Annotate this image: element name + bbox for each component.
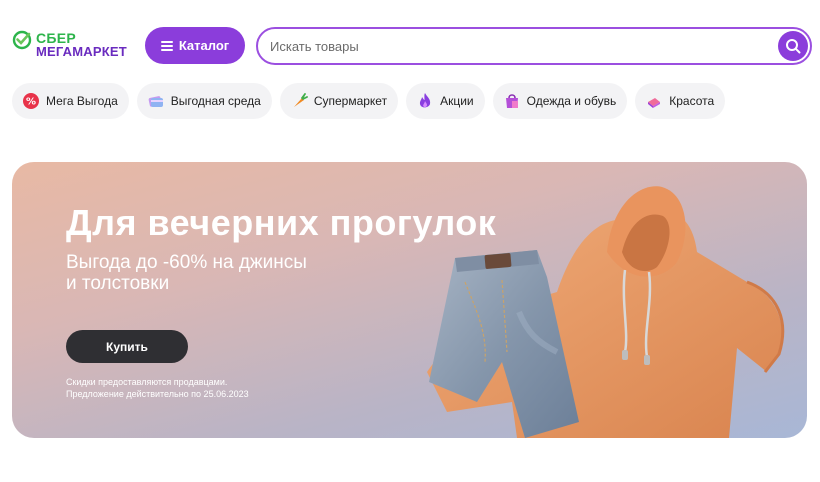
search-icon: [786, 39, 801, 54]
banner-disclaimer: Скидки предоставляются продавцами. Предл…: [66, 376, 249, 400]
catalog-button[interactable]: Каталог: [145, 27, 245, 64]
category-chip-aktsii[interactable]: Акции: [406, 83, 485, 119]
category-chip-label: Одежда и обувь: [526, 94, 617, 108]
logo-text-bottom: МЕГАМАРКЕТ: [36, 44, 127, 59]
search-input[interactable]: [270, 29, 770, 63]
category-chip-label: Выгодная среда: [170, 94, 261, 108]
catalog-button-label: Каталог: [178, 38, 230, 53]
menu-icon: [160, 40, 173, 51]
category-chip-label: Акции: [440, 94, 474, 108]
banner-subtitle: Выгода до -60% на джинсы и толстовки: [66, 252, 366, 294]
category-chip-odezhda-i-obuv[interactable]: Одежда и обувь: [492, 83, 628, 119]
buy-button[interactable]: Купить: [66, 330, 188, 363]
search-button[interactable]: [778, 31, 808, 61]
promo-banner[interactable]: Для вечерних прогулок Выгода до -60% на …: [12, 162, 807, 438]
category-chip-vygodnaya-sreda[interactable]: Выгодная среда: [136, 83, 272, 119]
category-chips: % Мега Выгода Выгодная среда Супермаркет…: [12, 83, 726, 119]
category-chip-mega-vygoda[interactable]: % Мега Выгода: [12, 83, 129, 119]
category-chip-label: Супермаркет: [313, 94, 388, 108]
banner-subtitle-line-1: Выгода до -60% на джинсы: [66, 252, 307, 273]
sbermegamarket-logo[interactable]: СБЕР МЕГАМАРКЕТ: [12, 28, 134, 62]
jeans-and-hoodie-image: [427, 186, 785, 438]
percent-badge-icon: %: [22, 92, 40, 110]
sber-logo-icon: [12, 30, 32, 50]
flame-icon: [416, 92, 434, 110]
search-bar: [256, 27, 812, 65]
carrot-icon: [290, 92, 308, 110]
banner-subtitle-line-2: и толстовки: [66, 273, 170, 294]
banner-disclaimer-line-2: Предложение действительно по 25.06.2023: [66, 389, 249, 399]
category-chip-krasota[interactable]: Красота: [635, 83, 726, 119]
svg-text:%: %: [26, 97, 36, 108]
category-chip-label: Мега Выгода: [46, 94, 118, 108]
cosmetics-icon: [645, 92, 663, 110]
banner-disclaimer-line-1: Скидки предоставляются продавцами.: [66, 377, 228, 387]
category-chip-supermarket[interactable]: Супермаркет: [279, 83, 399, 119]
shopping-bag-icon: [503, 92, 521, 110]
category-chip-label: Красота: [669, 94, 715, 108]
gift-card-icon: [147, 92, 165, 110]
